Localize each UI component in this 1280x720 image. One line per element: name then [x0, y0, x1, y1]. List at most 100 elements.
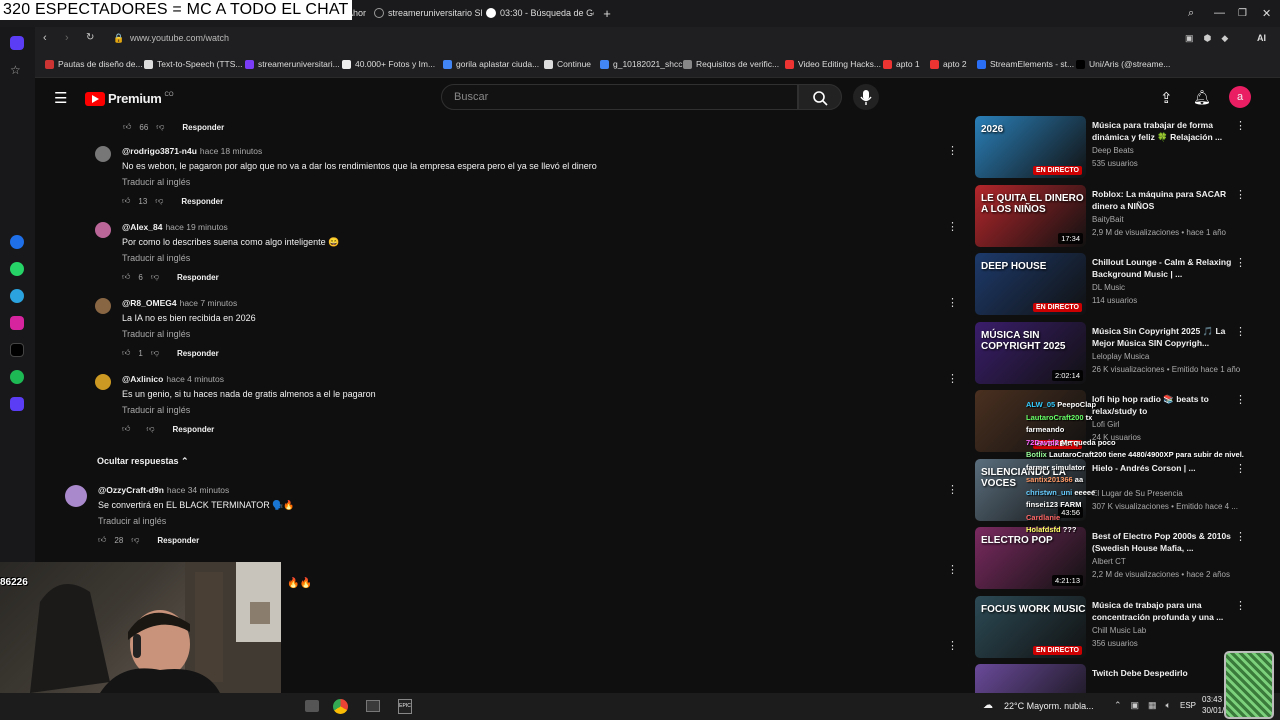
video-title[interactable]: Best of Electro Pop 2000s & 2010s (Swedi… — [1092, 530, 1232, 554]
video-thumbnail[interactable]: FOCUS WORK MUSIC EN DIRECTO — [975, 595, 1086, 658]
reload-icon[interactable]: ↻ — [86, 32, 94, 43]
comment-time[interactable]: hace 4 minutos — [166, 374, 224, 384]
video-title[interactable]: Roblox: La máquina para SACAR dinero a N… — [1092, 188, 1232, 212]
home-icon[interactable] — [10, 36, 24, 50]
more-icon[interactable]: ⋮ — [1235, 462, 1246, 475]
toolbar-icons[interactable]: ▣⬢◆ — [1185, 33, 1238, 44]
app-icon[interactable] — [305, 700, 319, 712]
forward-icon[interactable]: › — [65, 32, 69, 44]
more-icon[interactable]: ⋮ — [1235, 325, 1246, 338]
url-field[interactable]: www.youtube.com/watch — [130, 33, 229, 43]
hide-replies-button[interactable]: Ocultar respuestas ⌃ — [97, 456, 189, 467]
avatar[interactable] — [95, 222, 111, 238]
bookmark-item[interactable]: Video Editing Hacks... — [785, 59, 881, 69]
more-icon[interactable]: ⋮ — [1235, 530, 1246, 543]
like-icon[interactable]: 👍︎ — [123, 122, 131, 132]
more-icon[interactable]: ⋮ — [947, 374, 958, 385]
video-thumbnail[interactable]: 2026 EN DIRECTO — [975, 116, 1086, 178]
new-tab-button[interactable]: + — [600, 2, 614, 24]
dislike-icon[interactable]: 👎︎ — [156, 122, 164, 132]
comment-time[interactable]: hace 19 minutos — [165, 222, 227, 232]
weather-text[interactable]: 22°C Mayorm. nubla... — [1004, 701, 1094, 711]
video-channel[interactable]: Albert CT — [1092, 557, 1126, 566]
video-card[interactable]: EN DIRECTO lofi hip hop radio 📚 beats to … — [975, 390, 1265, 452]
like-icon[interactable]: 👍︎ — [122, 272, 130, 282]
search-input[interactable]: Buscar — [441, 84, 798, 110]
comment-author[interactable]: @OzzyCraft-d9n hace 34 minutos — [98, 485, 229, 495]
menu-icon[interactable]: ☰ — [54, 89, 67, 107]
more-icon[interactable]: ⋮ — [947, 222, 958, 233]
video-card[interactable]: LE QUITA EL DINERO A LOS NIÑOS 17:34 Roblo… — [975, 184, 1265, 247]
more-icon[interactable]: ⋮ — [1235, 119, 1246, 132]
clock-time[interactable]: 03:43 — [1202, 695, 1222, 704]
like-icon[interactable]: 👍︎ — [98, 535, 106, 545]
video-channel[interactable]: Chill Music Lab — [1092, 626, 1146, 635]
browser-tab[interactable]: streameruniversitario Sho — [374, 2, 482, 24]
bookmark-item[interactable]: Continue — [544, 59, 591, 69]
comment-author[interactable]: @Axlinico hace 4 minutos — [122, 374, 224, 384]
dislike-icon[interactable]: 👎︎ — [151, 272, 159, 282]
reply-button[interactable]: Responder — [177, 349, 219, 358]
comment-time[interactable]: hace 7 minutos — [180, 298, 238, 308]
like-icon[interactable]: 👍︎ — [122, 196, 130, 206]
epic-games-icon[interactable]: EPIC — [398, 699, 412, 714]
translate-link[interactable]: Traducir al inglés — [98, 516, 166, 526]
video-card[interactable]: FOCUS WORK MUSIC EN DIRECTO Música de trab… — [975, 595, 1265, 658]
maximize-button[interactable]: ❐ — [1238, 2, 1247, 24]
video-title[interactable]: lofi hip hop radio 📚 beats to relax/stud… — [1092, 393, 1232, 417]
translate-link[interactable]: Traducir al inglés — [122, 177, 190, 187]
bookmark-item[interactable]: Uni/Aris (@streame... — [1076, 59, 1170, 69]
video-channel[interactable]: BaityBait — [1092, 215, 1124, 224]
minimize-button[interactable]: — — [1214, 2, 1225, 24]
bookmark-item[interactable]: Text-to-Speech (TTS... — [144, 59, 243, 69]
more-icon[interactable]: ⋮ — [1235, 393, 1246, 406]
bookmark-item[interactable]: Pautas de diseño de... — [45, 59, 143, 69]
avatar[interactable] — [65, 485, 87, 507]
language-indicator[interactable]: ESP — [1180, 701, 1196, 710]
video-card[interactable]: ELECTRO POP 4:21:13 Best of Electro Pop 20… — [975, 527, 1265, 589]
spotify-icon[interactable] — [10, 370, 24, 384]
video-channel[interactable]: Lofi Girl — [1092, 420, 1120, 429]
comment-time[interactable]: hace 18 minutos — [200, 146, 262, 156]
bookmark-item[interactable]: streameruniversitari... — [245, 59, 340, 69]
video-title[interactable]: Música para trabajar de forma dinámica y… — [1092, 119, 1232, 143]
video-title[interactable]: Hielo - Andrés Corson | ... — [1092, 462, 1232, 474]
upload-icon[interactable]: ⇪ — [1160, 89, 1173, 107]
video-thumbnail[interactable]: LE QUITA EL DINERO A LOS NIÑOS 17:34 — [975, 184, 1086, 247]
reply-button[interactable]: Responder — [173, 425, 215, 434]
video-card[interactable]: SILENCIANDO LA VOCES 43:56 Hielo - Andrés … — [975, 458, 1265, 521]
avatar[interactable] — [95, 374, 111, 390]
back-icon[interactable]: ‹ — [43, 32, 47, 44]
avatar[interactable] — [95, 146, 111, 162]
dislike-icon[interactable]: 👎︎ — [155, 196, 163, 206]
video-channel[interactable]: Leloplay Musica — [1092, 352, 1149, 361]
more-icon[interactable]: ⋮ — [947, 641, 958, 652]
video-title[interactable]: Música Sin Copyright 2025 🎵 La Mejor Mús… — [1092, 325, 1232, 349]
tray-icons[interactable]: ⌃▣▦🔈︎ — [1114, 700, 1180, 711]
more-icon[interactable]: ⋮ — [947, 565, 958, 576]
more-icon[interactable]: ⋮ — [1235, 256, 1246, 269]
reply-button[interactable]: Responder — [181, 197, 223, 206]
bookmark-item[interactable]: apto 1 — [883, 59, 920, 69]
star-icon[interactable]: ☆ — [10, 63, 24, 77]
reply-button[interactable]: Responder — [182, 123, 224, 132]
video-card[interactable]: DEEP HOUSE EN DIRECTO Chillout Lounge - Ca… — [975, 253, 1265, 315]
dislike-icon[interactable]: 👎︎ — [131, 535, 139, 545]
bookmark-item[interactable]: 40.000+ Fotos y Im... — [342, 59, 435, 69]
bookmark-item[interactable]: apto 2 — [930, 59, 967, 69]
instagram-icon[interactable] — [10, 316, 24, 330]
bookmark-item[interactable]: Requisitos de verific... — [683, 59, 779, 69]
bookmark-item[interactable]: StreamElements - st... — [977, 59, 1074, 69]
more-icon[interactable]: ⋮ — [947, 146, 958, 157]
video-thumbnail[interactable]: DEEP HOUSE EN DIRECTO — [975, 253, 1086, 315]
video-title[interactable]: Música de trabajo para una concentración… — [1092, 599, 1232, 623]
ai-button[interactable]: AI — [1257, 33, 1266, 43]
like-icon[interactable]: 👍︎ — [122, 348, 130, 358]
video-card[interactable]: MÚSICA SIN COPYRIGHT 2025 2:02:14 Música S… — [975, 321, 1265, 384]
bookmark-item[interactable]: g_10182021_shcc — [600, 59, 682, 69]
reply-button[interactable]: Responder — [157, 536, 199, 545]
avatar[interactable] — [95, 298, 111, 314]
video-channel[interactable]: El Lugar de Su Presencia — [1092, 489, 1183, 498]
more-icon[interactable]: ⋮ — [947, 485, 958, 496]
video-title[interactable]: Chillout Lounge - Calm & Relaxing Backgr… — [1092, 256, 1232, 280]
